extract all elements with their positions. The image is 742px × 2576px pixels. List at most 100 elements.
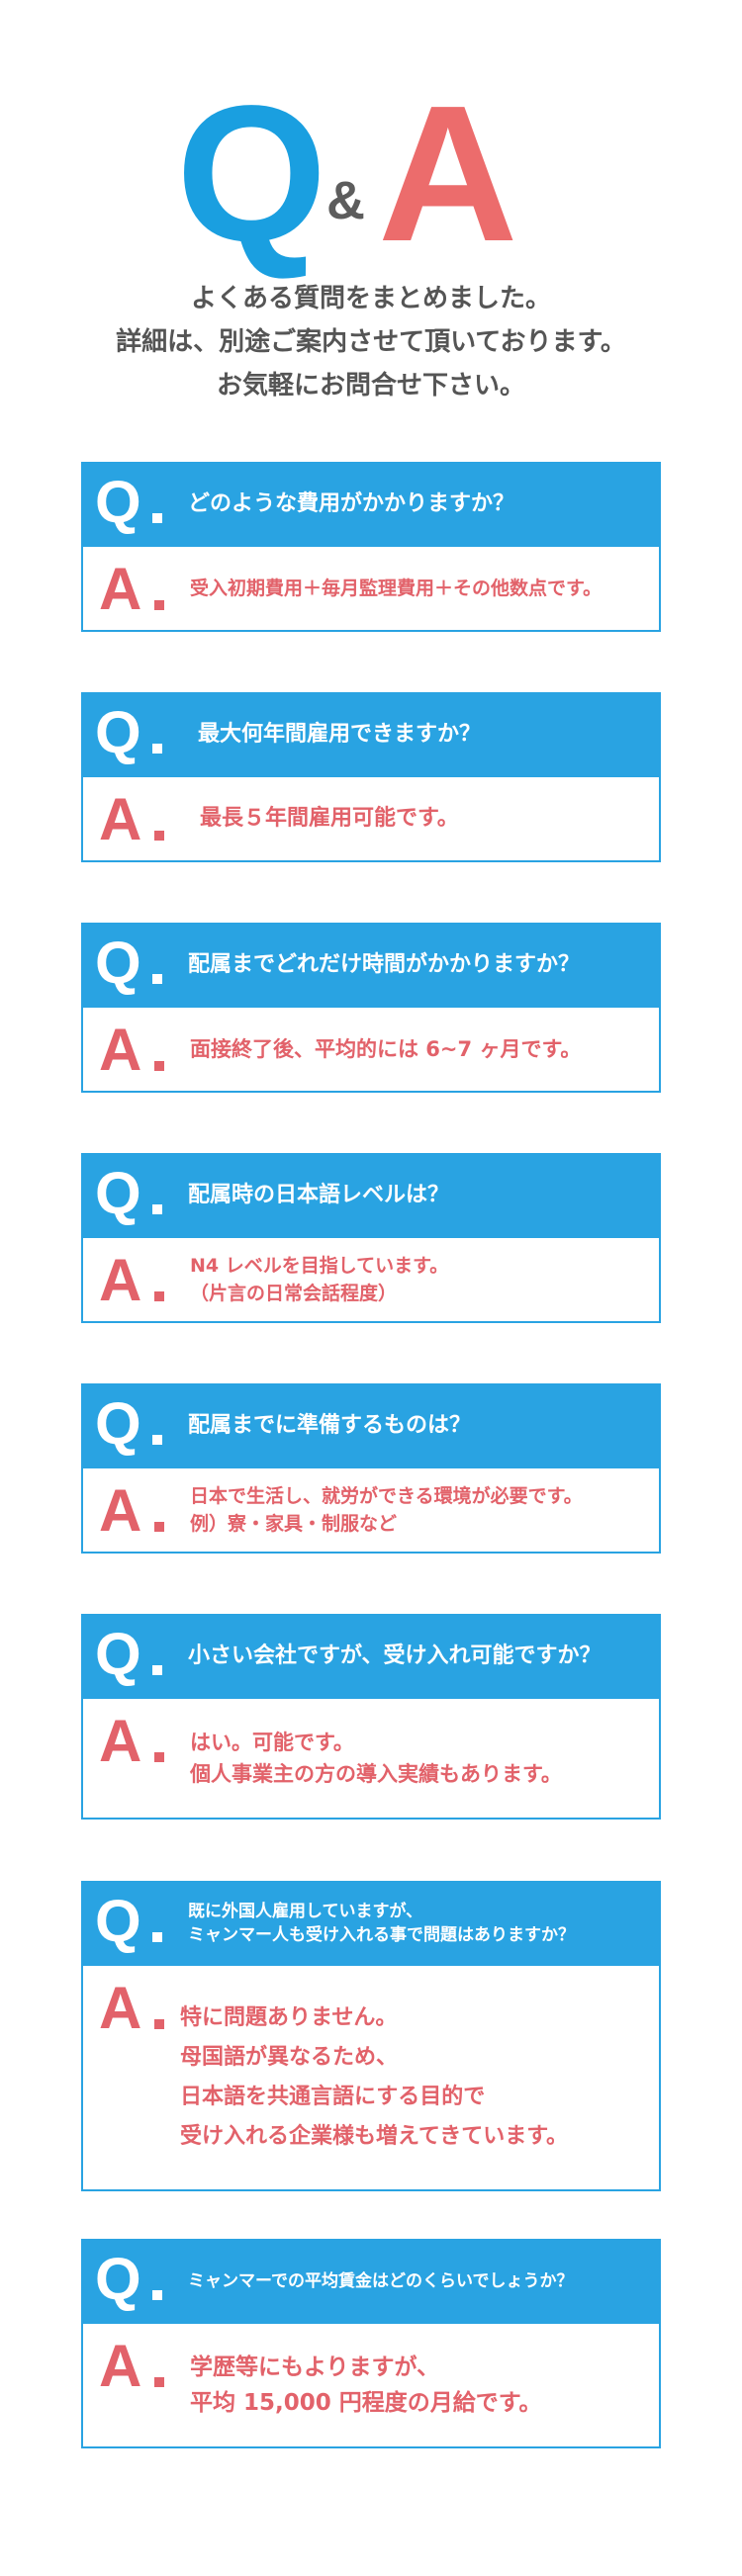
- intro-line: 詳細は、別途ご案内させて頂いております。: [116, 327, 626, 357]
- answer-box: A 特に問題ありません。 母国語が異なるため、 日本語を共通言語にする目的で 受…: [81, 1966, 661, 2191]
- question-bar: Q 既に外国人雇用していますが、 ミャンマー人も受け入れる事で問題はありますか？: [81, 1881, 661, 1966]
- answer-line: 日本語を共通言語にする目的で: [180, 2085, 486, 2109]
- answer-text: N4 レベルを目指しています。 （片言の日常会話程度）: [190, 1238, 653, 1321]
- q-mark: Q: [95, 2246, 141, 2312]
- a-mark: A: [99, 2333, 142, 2399]
- a-mark: A: [99, 1975, 142, 2041]
- question-line: 小さい会社ですが、受け入れ可能ですか？: [188, 1643, 602, 1668]
- qa-item-4: Q 配属時の日本語レベルは？ A N4 レベルを目指しています。 （片言の日常会…: [81, 1153, 661, 1323]
- a-dot: [154, 600, 164, 610]
- question-bar: Q 配属時の日本語レベルは？: [81, 1153, 661, 1238]
- qa-hero-title: Q & A: [0, 0, 742, 271]
- q-dot: [152, 1665, 162, 1675]
- answer-line: 個人事業主の方の導入実績もあります。: [190, 1762, 562, 1786]
- question-bar: Q ミャンマーでの平均賃金はどのくらいでしょうか？: [81, 2239, 661, 2324]
- a-dot: [154, 1522, 164, 1532]
- question-line: ミャンマー人も受け入れる事で問題はありますか？: [188, 1925, 575, 1945]
- question-line: ミャンマーでの平均賃金はどのくらいでしょうか？: [188, 2271, 574, 2291]
- question-text: 配属時の日本語レベルは？: [188, 1153, 653, 1238]
- answer-text: 受入初期費用＋毎月監理費用＋その他数点です。: [190, 547, 653, 630]
- q-dot: [152, 1435, 162, 1445]
- qa-item-7: Q 既に外国人雇用していますが、 ミャンマー人も受け入れる事で問題はありますか？…: [81, 1881, 661, 2191]
- qa-item-2: Q 最大何年間雇用できますか？ A 最長５年間雇用可能です。: [81, 692, 661, 862]
- answer-line: 受け入れる企業様も増えてきています。: [180, 2124, 569, 2149]
- question-bar: Q どのような費用がかかりますか？: [81, 462, 661, 547]
- q-mark: Q: [95, 469, 141, 535]
- a-mark: A: [99, 786, 142, 852]
- q-mark: Q: [95, 930, 141, 996]
- qa-item-8: Q ミャンマーでの平均賃金はどのくらいでしょうか？ A 学歴等にもよりますが、 …: [81, 2239, 661, 2448]
- qa-item-6: Q 小さい会社ですが、受け入れ可能ですか？ A はい。可能です。 個人事業主の方…: [81, 1614, 661, 1820]
- qa-item-3: Q 配属までどれだけ時間がかかりますか？ A 面接終了後、平均的には 6~7 ヶ…: [81, 923, 661, 1093]
- question-line: どのような費用がかかりますか？: [188, 491, 515, 516]
- question-line: 配属までに準備するものは？: [188, 1413, 472, 1438]
- q-dot: [152, 1204, 162, 1214]
- q-dot: [152, 513, 162, 523]
- a-mark: A: [99, 1708, 142, 1774]
- answer-line: 日本で生活し、就労ができる環境が必要です。: [190, 1485, 583, 1507]
- a-mark: A: [99, 1017, 142, 1083]
- intro-line: よくある質問をまとめました。: [190, 284, 551, 313]
- answer-box: A 最長５年間雇用可能です。: [81, 777, 661, 862]
- answer-line: 学歴等にもよりますが、: [190, 2354, 440, 2380]
- a-dot: [154, 831, 164, 841]
- answer-text: 面接終了後、平均的には 6~7 ヶ月です。: [190, 1008, 653, 1091]
- answer-text: 特に問題ありません。 母国語が異なるため、 日本語を共通言語にする目的で 受け入…: [180, 1966, 653, 2189]
- answer-line: 最長５年間雇用可能です。: [200, 806, 459, 831]
- question-text: どのような費用がかかりますか？: [188, 462, 653, 547]
- q-mark: Q: [95, 1888, 141, 1954]
- question-line: 最大何年間雇用できますか？: [198, 722, 482, 747]
- qa-item-5: Q 配属までに準備するものは？ A 日本で生活し、就労ができる環境が必要です。 …: [81, 1383, 661, 1554]
- answer-text: はい。可能です。 個人事業主の方の導入実績もあります。: [190, 1699, 653, 1818]
- answer-line: （片言の日常会話程度）: [190, 1283, 398, 1304]
- answer-text: 最長５年間雇用可能です。: [200, 777, 653, 860]
- q-mark: Q: [95, 1160, 141, 1226]
- a-dot: [154, 1752, 164, 1762]
- a-mark: A: [99, 1247, 142, 1313]
- answer-box: A 面接終了後、平均的には 6~7 ヶ月です。: [81, 1008, 661, 1093]
- question-text: 配属までどれだけ時間がかかりますか？: [188, 923, 653, 1008]
- answer-line: 面接終了後、平均的には 6~7 ヶ月です。: [190, 1037, 582, 1061]
- a-dot: [154, 2019, 164, 2029]
- question-bar: Q 最大何年間雇用できますか？: [81, 692, 661, 777]
- q-mark: Q: [95, 1621, 141, 1687]
- q-dot: [152, 744, 162, 754]
- question-bar: Q 配属までどれだけ時間がかかりますか？: [81, 923, 661, 1008]
- q-dot: [152, 2290, 162, 2300]
- answer-line: 平均 15,000 円程度の月給です。: [190, 2390, 542, 2416]
- answer-box: A 日本で生活し、就労ができる環境が必要です。 例）寮・家具・制服など: [81, 1468, 661, 1554]
- q-dot: [152, 1932, 162, 1942]
- question-line: 配属時の日本語レベルは？: [188, 1183, 450, 1207]
- answer-box: A はい。可能です。 個人事業主の方の導入実績もあります。: [81, 1699, 661, 1820]
- answer-box: A 受入初期費用＋毎月監理費用＋その他数点です。: [81, 547, 661, 632]
- question-line: 配属までどれだけ時間がかかりますか？: [188, 952, 581, 977]
- q-mark: Q: [95, 1390, 141, 1457]
- answer-text: 学歴等にもよりますが、 平均 15,000 円程度の月給です。: [190, 2324, 653, 2446]
- answer-box: A N4 レベルを目指しています。 （片言の日常会話程度）: [81, 1238, 661, 1323]
- answer-text: 日本で生活し、就労ができる環境が必要です。 例）寮・家具・制服など: [190, 1468, 653, 1552]
- a-mark: A: [99, 1477, 142, 1544]
- qa-item-1: Q どのような費用がかかりますか？ A 受入初期費用＋毎月監理費用＋その他数点で…: [81, 462, 661, 632]
- question-text: 小さい会社ですが、受け入れ可能ですか？: [188, 1614, 653, 1699]
- answer-box: A 学歴等にもよりますが、 平均 15,000 円程度の月給です。: [81, 2324, 661, 2448]
- answer-line: N4 レベルを目指しています。: [190, 1255, 449, 1277]
- hero-ampersand: &: [326, 171, 365, 230]
- question-text: ミャンマーでの平均賃金はどのくらいでしょうか？: [188, 2239, 653, 2324]
- question-line: 既に外国人雇用していますが、: [188, 1902, 423, 1921]
- question-text: 既に外国人雇用していますが、 ミャンマー人も受け入れる事で問題はありますか？: [188, 1881, 653, 1966]
- a-dot: [154, 1061, 164, 1071]
- q-dot: [152, 974, 162, 984]
- q-mark: Q: [95, 699, 141, 765]
- answer-line: 例）寮・家具・制服など: [190, 1513, 398, 1535]
- hero-a-letter: A: [378, 65, 518, 282]
- answer-line: はい。可能です。: [190, 1731, 354, 1754]
- question-bar: Q 小さい会社ですが、受け入れ可能ですか？: [81, 1614, 661, 1699]
- hero-q-letter: Q: [176, 65, 326, 282]
- question-text: 配属までに準備するものは？: [188, 1383, 653, 1468]
- intro-text: よくある質問をまとめました。 詳細は、別途ご案内させて頂いております。 お気軽に…: [0, 277, 742, 407]
- a-mark: A: [99, 556, 142, 622]
- question-bar: Q 配属までに準備するものは？: [81, 1383, 661, 1468]
- a-dot: [154, 1291, 164, 1301]
- answer-line: 母国語が異なるため、: [180, 2045, 399, 2070]
- intro-line: お気軽にお問合せ下さい。: [216, 371, 525, 400]
